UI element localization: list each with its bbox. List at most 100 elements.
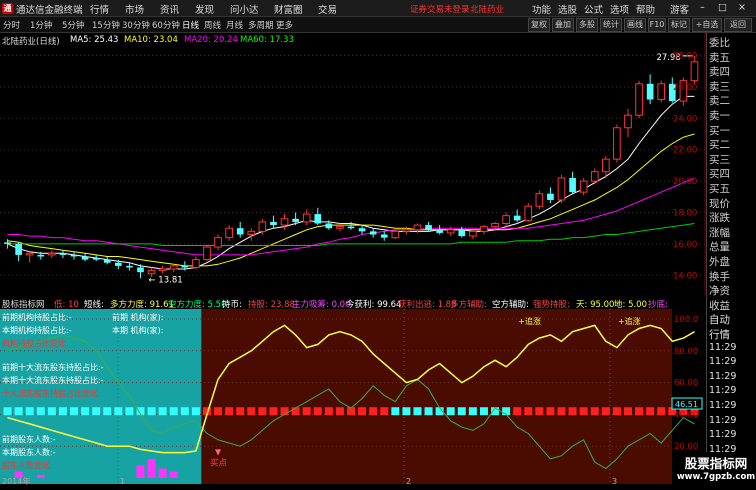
f10-button[interactable]: F10 (648, 18, 666, 32)
quote-panel-item: 卖四 (709, 66, 730, 79)
signal-square (47, 407, 56, 416)
signal-square (70, 407, 79, 416)
mark-button[interactable]: 标记 (668, 18, 690, 32)
login-alert[interactable]: 证券交易未登录 (410, 3, 470, 15)
inst-holding-prev: 前期机构持股占比:- (2, 313, 72, 322)
period-tab-monthly[interactable]: 月线 (226, 19, 243, 31)
info-bear-aux: 空方辅助: (492, 300, 529, 310)
period-tab-5min[interactable]: 5分钟 (62, 19, 84, 31)
candle-body (181, 265, 189, 268)
candle-body (347, 226, 355, 229)
indicator-svg[interactable]: 买点 +追涨 +追涨 100.0 80.00 60.00 40.00 20.00 46.51 20… (0, 296, 706, 487)
period-tab-15min[interactable]: 15分钟 (92, 19, 120, 31)
draw-line-button[interactable]: 画线 (624, 18, 646, 32)
candle-body (690, 61, 699, 82)
quote-panel-item: 11:29 (709, 370, 737, 382)
signal-square (147, 407, 156, 416)
menu-item-formula[interactable]: 公式 (584, 2, 603, 16)
candle-body (524, 205, 533, 221)
ma20-label: MA20: 20.24 (184, 35, 238, 45)
candlestick-chart[interactable]: 27.98 ← 13.81 28.00 26.00 24.00 22.00 20.00 18.… (0, 33, 706, 295)
top10-holding-change: 十大流东股东持股占比变化: (2, 389, 101, 398)
candle-body (590, 171, 599, 182)
menu-item-quotes[interactable]: 行情 (90, 2, 109, 16)
buy-point-label: 买点 (210, 458, 228, 468)
candle-body (48, 252, 56, 256)
overlay-button[interactable]: 叠加 (552, 18, 574, 32)
candle-body (380, 234, 388, 238)
menu-item-trade[interactable]: 交易 (318, 2, 337, 16)
period-tab-daily[interactable]: 日线 (182, 19, 199, 31)
signal-square (380, 407, 389, 416)
top10-holding-prev: 前期十大流东股东持股占比:- (2, 363, 104, 372)
menu-item-news[interactable]: 资讯 (160, 2, 179, 16)
period-toolbar: 分时 1分钟 5分钟 15分钟 30分钟 60分钟 日线 周线 月线 多周期 更… (0, 17, 756, 33)
multi-stock-button[interactable]: 多股 (576, 18, 598, 32)
signal-square (335, 407, 344, 416)
menu-item-ask[interactable]: 问小达 (230, 2, 259, 16)
indicator-panel[interactable]: 买点 +追涨 +追涨 100.0 80.00 60.00 40.00 20.00 46.51 20… (0, 296, 706, 487)
user-label[interactable]: 游客 (670, 2, 689, 16)
maximize-button[interactable]: □ (718, 2, 727, 13)
shareholders-prev: 前期股东人数:- (2, 435, 56, 444)
info-bear-force: 空方力度: 5.50 (168, 300, 227, 310)
info-profit-escape: 获利出逃: 1.88 (398, 300, 457, 310)
close-button[interactable]: × (738, 2, 746, 13)
period-tab-1min[interactable]: 1分钟 (30, 19, 52, 31)
candle-body (547, 193, 554, 200)
indicator-title: 股标指标网 (2, 300, 45, 310)
period-tab-timeshare[interactable]: 分时 (3, 19, 20, 31)
period-tab-more[interactable]: 更多 (276, 19, 293, 31)
menu-item-discover[interactable]: 发现 (195, 2, 214, 16)
candle-body (602, 158, 610, 173)
candle-body (491, 223, 499, 228)
price-tick-label: 20.00 (673, 177, 697, 187)
indicator-bar (136, 465, 145, 478)
shareholders-curr: 本期股东人数:- (2, 448, 56, 457)
candle-body (436, 229, 443, 233)
menu-item-function[interactable]: 功能 (532, 2, 551, 16)
signal-square (369, 407, 378, 416)
ma-line-ma20 (7, 177, 695, 256)
ma10-label: MA10: 23.04 (124, 35, 178, 45)
signal-square (479, 407, 488, 416)
inst-holding-change: 机构持股占比变化: (2, 339, 69, 348)
inst-count-curr: 本期 机构(家): (112, 326, 164, 335)
candle-body (126, 265, 133, 268)
menu-item-market[interactable]: 市场 (125, 2, 144, 16)
app-logo-icon: 通 (2, 3, 13, 14)
signal-square (446, 407, 455, 416)
candle-body (657, 83, 666, 101)
info-strong-hold: 强势持股: (533, 300, 570, 310)
period-tab-60min[interactable]: 60分钟 (152, 19, 180, 31)
quote-panel-item: 行情 (709, 329, 730, 341)
top-stock-name: 北陆药业 (470, 5, 505, 15)
menu-item-select[interactable]: 选股 (558, 2, 577, 16)
signal-square (169, 407, 178, 416)
signal-square (58, 407, 67, 416)
stats-button[interactable]: 统计 (600, 18, 622, 32)
signal-square (457, 407, 466, 416)
indicator-tick-label: 80.00 (674, 347, 698, 357)
signal-square (324, 407, 333, 416)
signal-square (269, 407, 278, 416)
menu-item-help[interactable]: 帮助 (636, 2, 655, 16)
price-tick-label: 22.00 (673, 146, 697, 156)
signal-square (635, 407, 644, 416)
period-tab-weekly[interactable]: 周线 (204, 19, 221, 31)
adjust-button[interactable]: 复权 (528, 18, 550, 32)
watermark-url: www.7gpzb.com (676, 472, 756, 482)
candle-body (258, 221, 267, 232)
candlestick-svg[interactable]: 27.98← 13.8128.0026.0024.0022.0020.0018.… (0, 33, 706, 295)
back-button[interactable]: 返回 (724, 18, 752, 32)
title-bar: 通 通达信金融终端 行情 市场 资讯 发现 问小达 财富圈 交易 证券交易未登录… (0, 0, 756, 17)
menu-item-wealth[interactable]: 财富圈 (274, 2, 303, 16)
minimize-button[interactable]: – (700, 2, 705, 13)
period-tab-30min[interactable]: 30分钟 (122, 19, 150, 31)
add-watchlist-button[interactable]: +自选 (692, 18, 722, 32)
menu-item-options[interactable]: 选项 (610, 2, 629, 16)
period-tab-multi[interactable]: 多周期 (248, 19, 274, 31)
candle-body (613, 127, 621, 160)
info-short: 短线: (84, 300, 104, 310)
ma-line-ma10 (7, 133, 695, 267)
